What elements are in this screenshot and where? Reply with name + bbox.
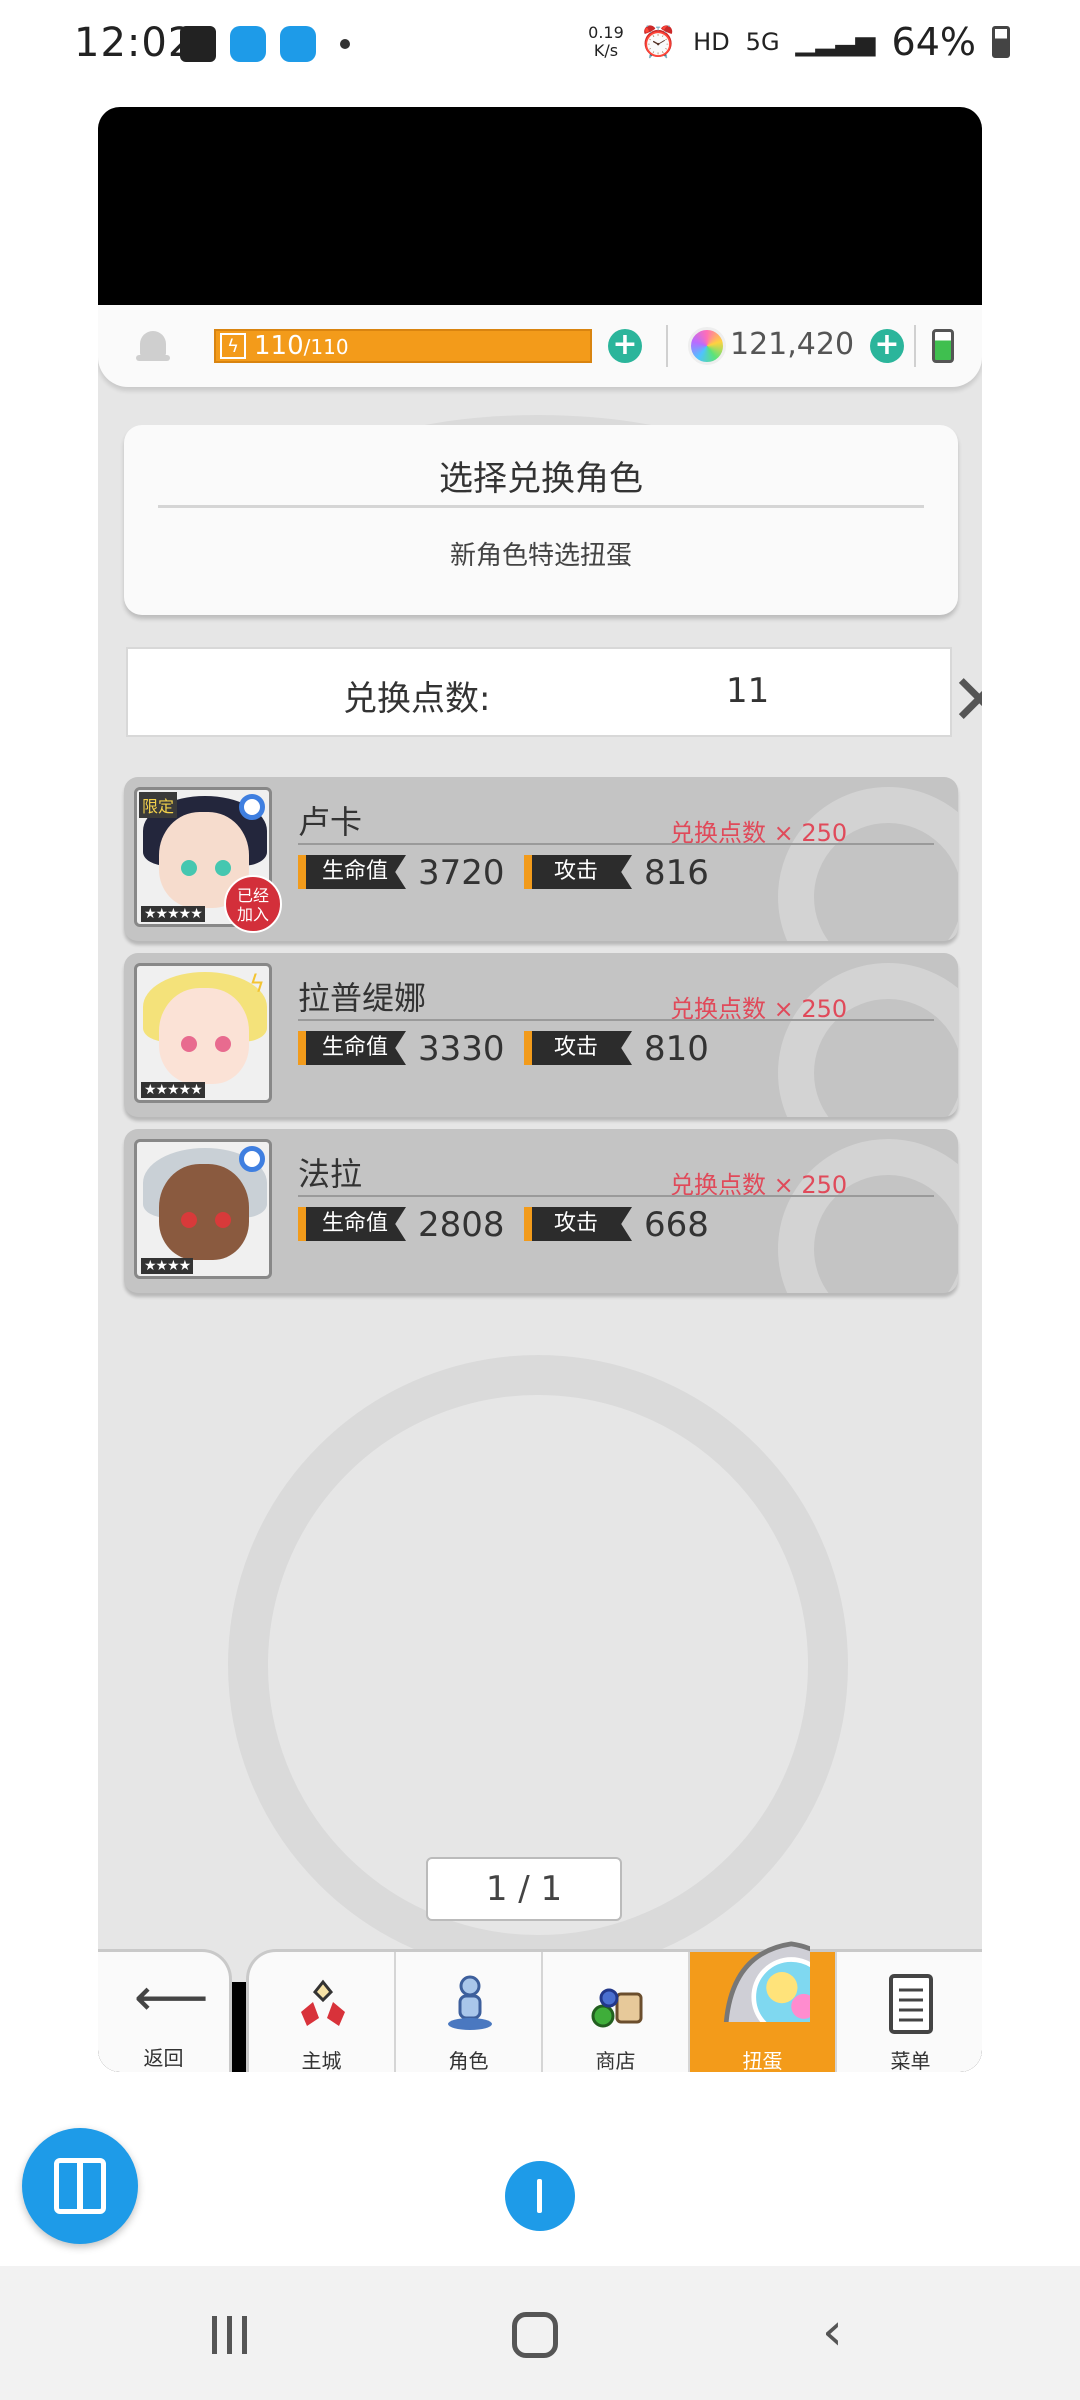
status-right: 0.19 K/s ⏰ HD 5G ▁▂▃▅ 64%	[588, 20, 1010, 64]
game-screen: ϟ 110/110 + 121,420 + 选择兑换角色 新角色特选扭蛋 兑换点…	[98, 305, 982, 2072]
nav-label: 主城	[301, 2049, 342, 2072]
gacha-orb-icon	[723, 1941, 810, 2022]
status-bar: 12:02 0.19 K/s ⏰ HD 5G ▁▂▃▅ 64%	[0, 0, 1080, 90]
gallery-icon	[180, 26, 216, 62]
card-decoration	[778, 1139, 958, 1293]
back-system-button[interactable]: ‹	[822, 2306, 843, 2358]
hp-label: 生命值	[298, 1031, 406, 1065]
bottom-nav: 主城 角色 商店 扭蛋 菜单	[246, 1941, 982, 2072]
page-title: 选择兑换角色	[439, 459, 643, 499]
game-window: ϟ 110/110 + 121,420 + 选择兑换角色 新角色特选扭蛋 兑换点…	[98, 107, 982, 2072]
attack-value: 816	[644, 853, 709, 893]
nav-label: 商店	[595, 2049, 636, 2072]
exchange-points-value: 11	[726, 671, 770, 711]
lightning-badge-icon: ϟ	[249, 970, 265, 998]
net-speed: 0.19 K/s	[588, 23, 624, 60]
nav-item-menu[interactable]: 菜单	[837, 1952, 982, 2072]
back-button[interactable]: ⟵ 返回	[98, 1949, 232, 2072]
card-decoration	[778, 787, 958, 941]
attack-label: 攻击	[524, 1207, 632, 1241]
network-label: 5G	[745, 28, 780, 56]
notification-icons	[180, 26, 350, 62]
hp-label: 生命值	[298, 1207, 406, 1241]
character-name: 法拉	[298, 1155, 363, 1193]
add-gems-button[interactable]: +	[870, 329, 904, 363]
gem-icon	[688, 327, 726, 365]
card-decoration	[778, 963, 958, 1117]
rarity-stars: ★★★★	[141, 1258, 194, 1274]
back-label: 返回	[143, 2046, 184, 2070]
menu-list-icon	[889, 1974, 933, 2034]
element-badge	[239, 794, 265, 820]
exchange-points-row: 兑换点数: 11	[126, 647, 952, 737]
page-indicator: 1 / 1	[426, 1857, 622, 1921]
battery-icon	[992, 26, 1010, 58]
attack-label: 攻击	[524, 855, 632, 889]
close-icon[interactable]: ✕	[950, 665, 982, 745]
character-icon	[448, 1975, 492, 2030]
home-button[interactable]	[512, 2312, 558, 2358]
nav-item-main-city[interactable]: 主城	[249, 1952, 396, 2072]
rarity-stars: ★★★★★	[141, 906, 205, 922]
title-divider	[158, 505, 924, 508]
hp-value: 3720	[418, 853, 505, 893]
nav-item-shop[interactable]: 商店	[543, 1952, 690, 2072]
attack-value: 668	[644, 1205, 709, 1245]
character-portrait: ★★★★	[134, 1139, 272, 1279]
app-notification-icon	[230, 26, 266, 62]
character-card[interactable]: 限定 ★★★★★ 已经 加入 卢卡 兑换点数 × 250 生命值 3720 攻击 …	[124, 777, 958, 941]
hp-value: 3330	[418, 1029, 505, 1069]
character-name: 拉普缇娜	[298, 979, 427, 1017]
alarm-icon: ⏰	[639, 24, 678, 60]
energy-max: /110	[303, 335, 349, 359]
attack-label: 攻击	[524, 1031, 632, 1065]
character-card[interactable]: ϟ ★★★★★ 拉普缇娜 兑换点数 × 250 生命值 3330 攻击 810	[124, 953, 958, 1117]
rarity-stars: ★★★★★	[141, 1082, 205, 1098]
floating-app-button[interactable]	[22, 2128, 138, 2244]
divider	[914, 325, 916, 367]
gem-count: 121,420	[730, 327, 855, 362]
character-name: 卢卡	[298, 803, 363, 841]
add-energy-button[interactable]: +	[608, 329, 642, 363]
nav-label: 菜单	[890, 2049, 931, 2072]
bell-icon[interactable]	[136, 327, 170, 365]
floating-handle-button[interactable]	[505, 2161, 575, 2231]
nav-label: 扭蛋	[742, 2049, 783, 2072]
hp-label: 生命值	[298, 855, 406, 889]
nav-item-characters[interactable]: 角色	[396, 1952, 543, 2072]
character-portrait: ϟ ★★★★★	[134, 963, 272, 1103]
attack-value: 810	[644, 1029, 709, 1069]
character-card[interactable]: ★★★★ 法拉 兑换点数 × 250 生命值 2808 攻击 668	[124, 1129, 958, 1293]
nav-label: 角色	[448, 2049, 489, 2072]
back-arrow-icon: ⟵	[134, 1968, 209, 2028]
hp-value: 2808	[418, 1205, 505, 1245]
energy-value: 110	[254, 331, 304, 361]
system-navigation-bar: ‹	[0, 2266, 1080, 2400]
more-notifications-dot	[340, 39, 350, 49]
title-card: 选择兑换角色 新角色特选扭蛋	[124, 425, 958, 615]
joined-badge: 已经 加入	[224, 875, 282, 933]
recent-apps-button[interactable]	[212, 2316, 247, 2354]
castle-icon	[301, 1979, 345, 2026]
lightning-icon: ϟ	[220, 333, 246, 359]
page-subtitle: 新角色特选扭蛋	[449, 541, 632, 571]
limited-badge: 限定	[139, 792, 178, 818]
element-badge	[239, 1146, 265, 1172]
shop-icon	[591, 1988, 643, 2028]
signal-icon: ▁▂▃▅	[795, 27, 876, 57]
app-notification-icon-2	[280, 26, 316, 62]
battery-percent: 64%	[891, 20, 976, 64]
resource-bar: ϟ 110/110 + 121,420 +	[98, 305, 982, 387]
cube-icon	[54, 2158, 106, 2214]
nav-item-gacha[interactable]: 扭蛋	[690, 1941, 837, 2072]
exchange-points-label: 兑换点数:	[343, 679, 491, 719]
hd-label: HD	[693, 28, 730, 56]
device-battery-icon	[932, 329, 954, 363]
divider	[666, 325, 668, 367]
status-time: 12:02	[74, 20, 195, 66]
energy-bar: ϟ 110/110	[214, 329, 592, 363]
